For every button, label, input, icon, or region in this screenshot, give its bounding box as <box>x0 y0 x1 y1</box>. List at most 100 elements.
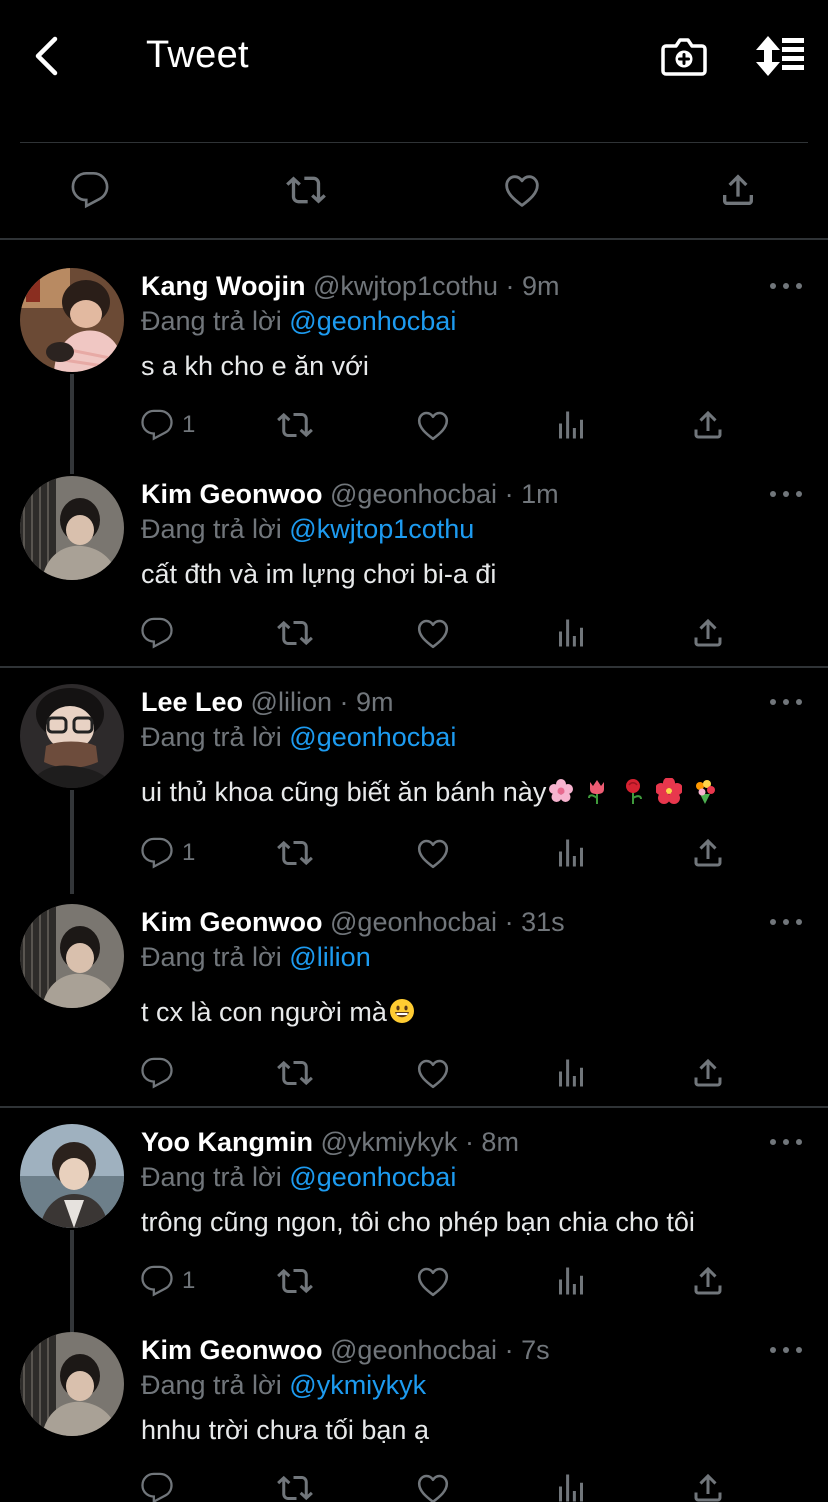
avatar[interactable] <box>20 904 124 1008</box>
author-name[interactable]: Kim Geonwoo <box>141 479 323 509</box>
share-button[interactable] <box>690 835 726 871</box>
heart-icon[interactable] <box>502 170 542 210</box>
replying-label: Đang trả lời <box>141 1162 282 1192</box>
replying-label: Đang trả lời <box>141 722 282 752</box>
mention-link[interactable]: @ykmiykyk <box>289 1370 426 1400</box>
bouquet-emoji <box>696 779 716 804</box>
author-name[interactable]: Yoo Kangmin <box>141 1127 313 1157</box>
author-handle[interactable]: @lilion <box>251 687 332 717</box>
tweet-text: cất đth và im lựng chơi bi-a đi <box>141 559 497 589</box>
divider <box>0 1106 828 1108</box>
back-button[interactable] <box>22 30 70 82</box>
author-handle[interactable]: @ykmiykyk <box>321 1127 458 1157</box>
tweet-text: ui thủ khoa cũng biết ăn bánh này <box>141 777 547 807</box>
mention-link[interactable]: @geonhocbai <box>289 1162 456 1192</box>
top-bar: Tweet <box>0 0 828 112</box>
sort-button[interactable] <box>752 32 808 80</box>
retweet-button[interactable] <box>277 407 313 443</box>
author-name[interactable]: Kim Geonwoo <box>141 1335 323 1365</box>
avatar[interactable] <box>20 476 124 580</box>
share-button[interactable] <box>690 407 726 443</box>
avatar[interactable] <box>20 684 124 788</box>
share-button[interactable] <box>690 1470 726 1502</box>
share-icon <box>690 1055 726 1091</box>
chevron-left-icon <box>35 36 58 76</box>
share-icon <box>690 835 726 871</box>
timestamp: · 8m <box>464 1127 519 1157</box>
avatar[interactable] <box>20 268 124 372</box>
retweet-button[interactable] <box>277 1470 313 1502</box>
more-icon <box>770 491 776 497</box>
like-button[interactable] <box>415 1470 451 1502</box>
more-button[interactable] <box>770 1344 802 1356</box>
analytics-button[interactable] <box>553 1470 589 1502</box>
timestamp: · 9m <box>505 271 560 301</box>
share-button[interactable] <box>690 1263 726 1299</box>
like-button[interactable] <box>415 407 451 443</box>
replying-label: Đang trả lời <box>141 942 282 972</box>
retweet-button[interactable] <box>277 835 313 871</box>
timestamp: · 1m <box>504 479 559 509</box>
reply-button[interactable]: 1 <box>140 1263 195 1299</box>
reply-count: 1 <box>182 1267 196 1294</box>
thread-line <box>70 1230 74 1334</box>
bar-chart-icon <box>553 615 589 651</box>
share-button[interactable] <box>690 1055 726 1091</box>
author-handle[interactable]: @geonhocbai <box>330 479 497 509</box>
retweet-button[interactable] <box>277 615 313 651</box>
analytics-button[interactable] <box>553 1055 589 1091</box>
divider <box>0 666 828 668</box>
analytics-button[interactable] <box>553 835 589 871</box>
author-handle[interactable]: @geonhocbai <box>330 1335 497 1365</box>
replying-label: Đang trả lời <box>141 1370 282 1400</box>
tweet-text: s a kh cho e ăn với <box>141 351 369 381</box>
author-name[interactable]: Kim Geonwoo <box>141 907 323 937</box>
avatar[interactable] <box>20 1332 124 1436</box>
heart-icon <box>415 615 451 651</box>
analytics-button[interactable] <box>553 1263 589 1299</box>
reply-button[interactable]: 1 <box>140 407 195 443</box>
reply-button[interactable]: 1 <box>140 835 195 871</box>
retweet-button[interactable] <box>277 1055 313 1091</box>
reply-button[interactable] <box>140 1470 182 1502</box>
author-name[interactable]: Lee Leo <box>141 687 243 717</box>
like-button[interactable] <box>415 1055 451 1091</box>
more-button[interactable] <box>770 280 802 292</box>
camera-button[interactable] <box>660 32 708 80</box>
analytics-button[interactable] <box>553 615 589 651</box>
reply-icon <box>140 1056 174 1090</box>
like-button[interactable] <box>415 615 451 651</box>
mention-link[interactable]: @geonhocbai <box>289 306 456 336</box>
tulip-emoji <box>588 779 605 804</box>
retweet-icon[interactable] <box>286 170 326 210</box>
author-name[interactable]: Kang Woojin <box>141 271 305 301</box>
heart-icon <box>415 407 451 443</box>
divider <box>20 142 808 143</box>
more-button[interactable] <box>770 488 802 500</box>
retweet-button[interactable] <box>277 1263 313 1299</box>
share-button[interactable] <box>690 615 726 651</box>
author-handle[interactable]: @geonhocbai <box>330 907 497 937</box>
more-button[interactable] <box>770 1136 802 1148</box>
like-button[interactable] <box>415 1263 451 1299</box>
reply-button[interactable] <box>140 615 182 651</box>
reply-button[interactable] <box>140 1055 182 1091</box>
more-button[interactable] <box>770 696 802 708</box>
more-button[interactable] <box>770 916 802 928</box>
rose-emoji <box>626 778 643 804</box>
share-icon[interactable] <box>718 170 758 210</box>
like-button[interactable] <box>415 835 451 871</box>
replying-label: Đang trả lời <box>141 306 282 336</box>
timestamp: · 9m <box>339 687 394 717</box>
analytics-button[interactable] <box>553 407 589 443</box>
avatar[interactable] <box>20 1124 124 1228</box>
mention-link[interactable]: @lilion <box>289 942 370 972</box>
more-icon <box>770 699 776 705</box>
mention-link[interactable]: @geonhocbai <box>289 722 456 752</box>
reply-icon[interactable] <box>70 170 110 210</box>
reply-icon <box>140 616 174 650</box>
heart-icon <box>415 1263 451 1299</box>
author-handle[interactable]: @kwjtop1cothu <box>313 271 498 301</box>
mention-link[interactable]: @kwjtop1cothu <box>289 514 474 544</box>
bar-chart-icon <box>553 407 589 443</box>
